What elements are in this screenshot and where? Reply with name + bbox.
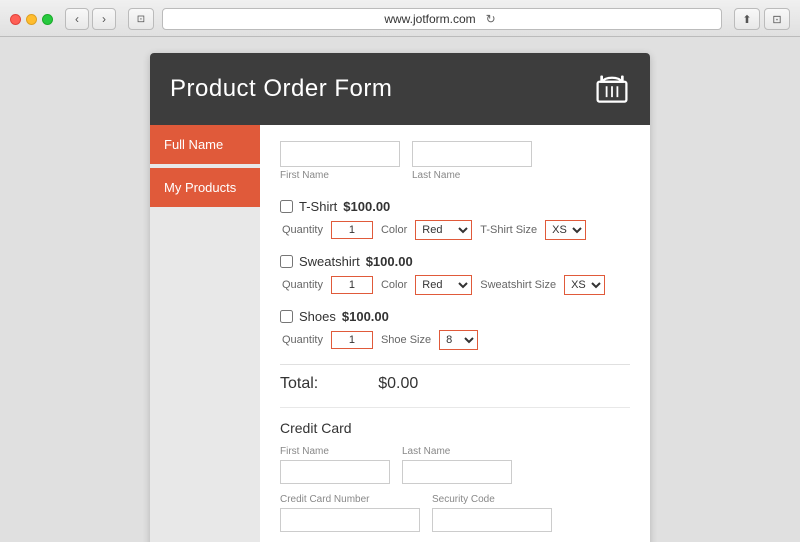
- qty-input-shoes[interactable]: [331, 331, 373, 349]
- back-button[interactable]: ‹: [65, 8, 89, 30]
- cc-security-field: Security Code: [432, 494, 552, 532]
- product-shoes: Shoes $100.00 Quantity Shoe Size 6 7 8 9…: [280, 309, 630, 350]
- size-label-tshirt: T-Shirt Size: [480, 224, 537, 236]
- credit-card-section: Credit Card First Name Last Name: [280, 407, 630, 542]
- product-tshirt: T-Shirt $100.00 Quantity Color Red Blue …: [280, 199, 630, 240]
- product-tshirt-checkbox[interactable]: [280, 200, 293, 213]
- share-button[interactable]: ⬆: [734, 8, 760, 30]
- minimize-button[interactable]: [26, 14, 37, 25]
- size-label-sweatshirt: Sweatshirt Size: [480, 279, 556, 291]
- product-sweatshirt-header: Sweatshirt $100.00: [280, 254, 630, 269]
- size-select-sweatshirt[interactable]: XS S M L XL: [564, 275, 605, 295]
- forward-button[interactable]: ›: [92, 8, 116, 30]
- cc-last-name-field: Last Name: [402, 446, 512, 484]
- url-text: www.jotform.com: [384, 12, 475, 26]
- form-header: Product Order Form: [150, 53, 650, 125]
- form-body: Full Name My Products First Name Last N: [150, 125, 650, 542]
- color-select-sweatshirt[interactable]: Red Blue Green White Black: [415, 275, 472, 295]
- sidebar-item-myproducts[interactable]: My Products: [150, 168, 260, 207]
- qty-input-tshirt[interactable]: [331, 221, 373, 239]
- cc-name-row: First Name Last Name: [280, 446, 630, 484]
- sidebar-item-fullname[interactable]: Full Name: [150, 125, 260, 164]
- qty-label-shoes: Quantity: [282, 334, 323, 346]
- cc-first-name-field: First Name: [280, 446, 390, 484]
- cc-number-field: Credit Card Number: [280, 494, 420, 532]
- close-button[interactable]: [10, 14, 21, 25]
- sidebar: Full Name My Products: [150, 125, 260, 542]
- last-name-input[interactable]: [412, 141, 532, 167]
- qty-input-sweatshirt[interactable]: [331, 276, 373, 294]
- credit-card-title: Credit Card: [280, 420, 630, 436]
- new-tab-button[interactable]: ⊡: [764, 8, 790, 30]
- browser-chrome: ‹ › ⊡ www.jotform.com ↻ ⬆ ⊡: [0, 0, 800, 37]
- color-label-sweatshirt: Color: [381, 279, 407, 291]
- form-title: Product Order Form: [170, 75, 392, 103]
- product-shoes-checkbox[interactable]: [280, 310, 293, 323]
- size-select-shoes[interactable]: 6 7 8 9 10 11 12: [439, 330, 478, 350]
- color-select-tshirt[interactable]: Red Blue Green White Black: [415, 220, 472, 240]
- first-name-input[interactable]: [280, 141, 400, 167]
- product-shoes-header: Shoes $100.00: [280, 309, 630, 324]
- browser-actions: ⬆ ⊡: [734, 8, 790, 30]
- first-name-field: First Name: [280, 141, 400, 181]
- product-shoes-name: Shoes: [299, 309, 336, 324]
- tab-button[interactable]: ⊡: [128, 8, 154, 30]
- cc-number-input[interactable]: [280, 508, 420, 532]
- total-label: Total:: [280, 375, 318, 393]
- cart-icon: [594, 71, 630, 107]
- product-sweatshirt-price: $100.00: [366, 254, 413, 269]
- total-amount: $0.00: [378, 375, 418, 393]
- cc-last-name-input[interactable]: [402, 460, 512, 484]
- cc-security-label: Security Code: [432, 494, 552, 505]
- product-tshirt-price: $100.00: [343, 199, 390, 214]
- product-shoes-options: Quantity Shoe Size 6 7 8 9 10 11 12: [282, 330, 630, 350]
- cc-first-name-label: First Name: [280, 446, 390, 457]
- name-section: First Name Last Name: [280, 141, 630, 181]
- total-section: Total: $0.00: [280, 364, 630, 393]
- maximize-button[interactable]: [42, 14, 53, 25]
- product-tshirt-name: T-Shirt: [299, 199, 337, 214]
- product-sweatshirt-options: Quantity Color Red Blue Green White Blac…: [282, 275, 630, 295]
- product-sweatshirt: Sweatshirt $100.00 Quantity Color Red Bl…: [280, 254, 630, 295]
- traffic-lights: [10, 14, 53, 25]
- first-name-label: First Name: [280, 170, 400, 181]
- cc-number-label: Credit Card Number: [280, 494, 420, 505]
- form-content: First Name Last Name T-Shirt $100.00: [260, 125, 650, 542]
- browser-body: Product Order Form Full Name My Prod: [0, 37, 800, 542]
- product-sweatshirt-checkbox[interactable]: [280, 255, 293, 268]
- size-select-tshirt[interactable]: XS S M L XL: [545, 220, 586, 240]
- address-bar[interactable]: www.jotform.com ↻: [162, 8, 722, 30]
- color-label-tshirt: Color: [381, 224, 407, 236]
- qty-label-sweatshirt: Quantity: [282, 279, 323, 291]
- qty-label-tshirt: Quantity: [282, 224, 323, 236]
- product-tshirt-header: T-Shirt $100.00: [280, 199, 630, 214]
- cc-first-name-input[interactable]: [280, 460, 390, 484]
- cc-last-name-label: Last Name: [402, 446, 512, 457]
- cc-security-input[interactable]: [432, 508, 552, 532]
- form-container: Product Order Form Full Name My Prod: [150, 53, 650, 542]
- product-tshirt-options: Quantity Color Red Blue Green White Blac…: [282, 220, 630, 240]
- cc-number-row: Credit Card Number Security Code: [280, 494, 630, 532]
- last-name-label: Last Name: [412, 170, 532, 181]
- reload-button[interactable]: ↻: [486, 12, 500, 26]
- product-sweatshirt-name: Sweatshirt: [299, 254, 360, 269]
- product-shoes-price: $100.00: [342, 309, 389, 324]
- size-label-shoes: Shoe Size: [381, 334, 431, 346]
- nav-buttons: ‹ ›: [65, 8, 116, 30]
- last-name-field: Last Name: [412, 141, 532, 181]
